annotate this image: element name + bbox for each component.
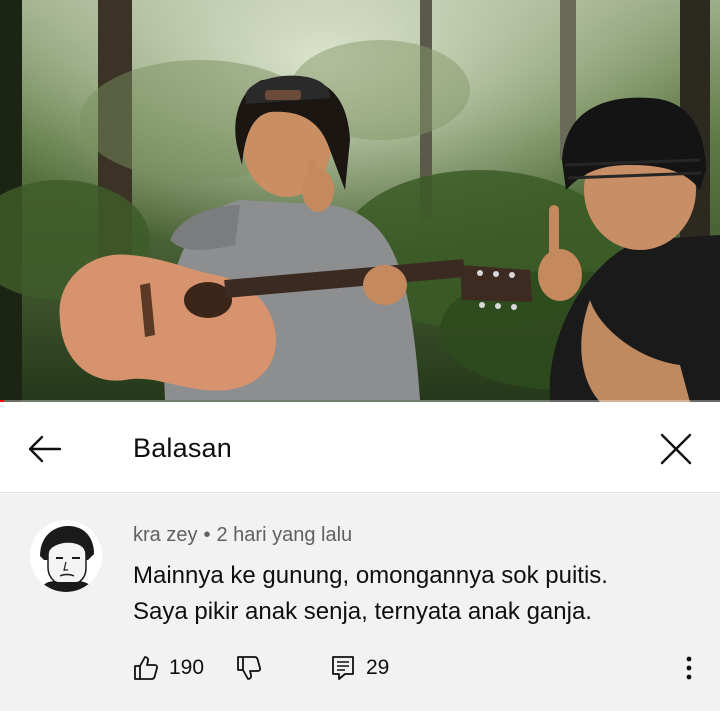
reply-count: 29 [366,656,390,679]
page-title: Balasan [133,433,232,463]
avatar-doomer-icon [30,520,102,592]
more-vert-icon [686,656,692,680]
comment-line-1: Mainnya ke gunung, omongannya sok puitis… [133,562,608,589]
replies-header: Balasan [0,403,720,493]
comment-body: Mainnya ke gunung, omongannya sok puitis… [133,558,693,630]
close-icon [660,433,692,465]
comment-line-2: Saya pikir anak senja, ternyata anak gan… [133,598,592,625]
dislike-button[interactable] [236,652,262,684]
meta-separator: • [203,524,211,546]
reply-icon [332,656,354,680]
video-frame [0,0,720,402]
comment-timestamp: 2 hari yang lalu [216,524,353,546]
video-progress-fill [0,400,5,402]
thumbs-down-icon [237,656,262,680]
arrow-left-icon [28,435,62,463]
comment-thread: kra zey • 2 hari yang lalu Mainnya ke gunu… [0,494,720,711]
like-count: 190 [169,656,205,679]
more-options-button[interactable] [677,652,701,684]
video-progress-track[interactable] [0,400,720,402]
thumbs-up-icon [134,656,159,680]
avatar[interactable] [30,520,102,592]
video-player[interactable] [0,0,720,402]
comment-actions: 190 29 [133,652,713,684]
comment-author[interactable]: kra zey [133,524,197,546]
reply-button[interactable]: 29 [330,652,389,684]
comment-meta: kra zey • 2 hari yang lalu [133,524,352,547]
like-button[interactable]: 190 [133,652,204,684]
back-button[interactable] [22,427,66,471]
close-button[interactable] [652,425,700,473]
